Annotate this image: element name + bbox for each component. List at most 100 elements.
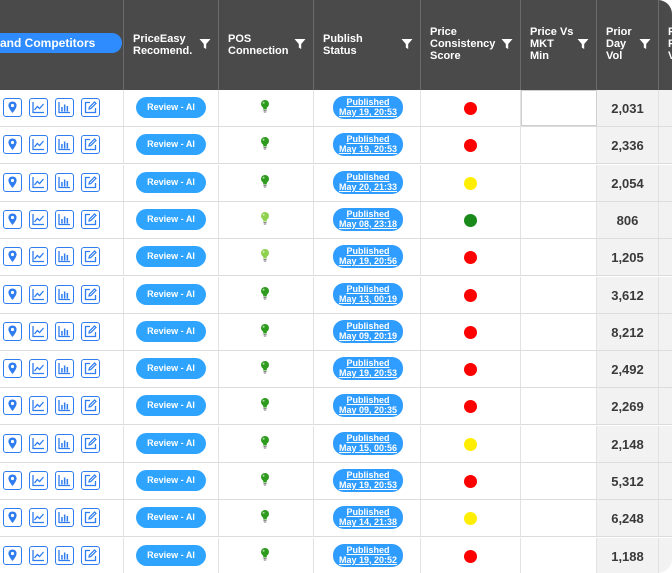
review-ai-button[interactable]: Review - AI	[136, 171, 206, 193]
bar-chart-icon[interactable]	[55, 321, 74, 341]
bar-chart-icon[interactable]	[55, 471, 74, 490]
map-pin-icon[interactable]	[3, 545, 22, 565]
bar-chart-icon[interactable]	[55, 359, 74, 379]
review-ai-button[interactable]: Review - AI	[136, 395, 206, 417]
line-chart-icon[interactable]	[29, 471, 48, 490]
header-consistency[interactable]: Price Consistency Score	[421, 0, 521, 90]
map-pin-icon[interactable]	[3, 396, 22, 416]
map-pin-icon[interactable]	[3, 433, 22, 453]
header-pos[interactable]: POS Connection	[219, 0, 314, 90]
review-ai-button[interactable]: Review - AI	[136, 544, 206, 566]
lightbulb-icon	[260, 99, 270, 119]
review-ai-button[interactable]: Review - AI	[136, 208, 206, 230]
review-ai-button[interactable]: Review - AI	[136, 134, 206, 156]
filter-icon[interactable]	[501, 38, 513, 50]
map-pin-icon[interactable]	[3, 247, 22, 267]
edit-icon[interactable]	[81, 321, 100, 341]
bar-chart-icon[interactable]	[55, 98, 74, 117]
filter-icon[interactable]	[401, 38, 413, 50]
edit-icon[interactable]	[81, 471, 100, 490]
filter-icon[interactable]	[639, 38, 651, 50]
filter-icon[interactable]	[199, 38, 211, 50]
consistency-score-cell	[421, 537, 521, 573]
map-pin-icon[interactable]	[3, 172, 22, 192]
bar-chart-icon[interactable]	[55, 433, 74, 453]
line-chart-icon[interactable]	[29, 433, 48, 453]
bar-chart-icon[interactable]	[55, 172, 74, 192]
map-pin-icon[interactable]	[3, 98, 22, 117]
edit-icon[interactable]	[81, 172, 100, 192]
edit-icon[interactable]	[81, 359, 100, 379]
edit-icon[interactable]	[81, 135, 100, 155]
bar-chart-icon[interactable]	[55, 284, 74, 304]
filter-icon[interactable]	[294, 38, 306, 50]
map-pin-icon[interactable]	[3, 508, 22, 528]
map-pin-icon[interactable]	[3, 135, 22, 155]
published-badge[interactable]: Published May 14, 21:38	[333, 506, 403, 530]
published-badge[interactable]: Published May 19, 20:53	[333, 133, 403, 157]
bar-chart-icon[interactable]	[55, 508, 74, 528]
review-ai-button[interactable]: Review - AI	[136, 97, 206, 118]
line-chart-icon[interactable]	[29, 247, 48, 267]
line-chart-icon[interactable]	[29, 359, 48, 379]
edit-icon[interactable]	[81, 209, 100, 229]
map-pin-icon[interactable]	[3, 209, 22, 229]
bar-chart-icon[interactable]	[55, 209, 74, 229]
line-chart-icon[interactable]	[29, 396, 48, 416]
review-ai-button[interactable]: Review - AI	[136, 246, 206, 268]
header-vol[interactable]: Prior Day Vol	[597, 0, 659, 90]
header-next[interactable]: PPV	[659, 0, 672, 90]
edit-icon[interactable]	[81, 433, 100, 453]
map-pin-icon[interactable]	[3, 321, 22, 341]
map-pin-icon[interactable]	[3, 471, 22, 490]
review-ai-button[interactable]: Review - AI	[136, 507, 206, 529]
next-column-cell	[659, 90, 672, 126]
edit-icon[interactable]	[81, 284, 100, 304]
edit-icon[interactable]	[81, 508, 100, 528]
header-mkt[interactable]: Price Vs MKT Min	[521, 0, 597, 90]
review-ai-button[interactable]: Review - AI	[136, 470, 206, 491]
published-badge[interactable]: Published May 20, 21:33	[333, 170, 403, 194]
bar-chart-icon[interactable]	[55, 247, 74, 267]
line-chart-icon[interactable]	[29, 284, 48, 304]
published-badge[interactable]: Published May 08, 23:18	[333, 207, 403, 231]
line-chart-icon[interactable]	[29, 508, 48, 528]
publish-status-label: Published	[346, 507, 390, 518]
map-pin-icon[interactable]	[3, 284, 22, 304]
edit-icon[interactable]	[81, 545, 100, 565]
bar-chart-icon[interactable]	[55, 396, 74, 416]
review-ai-button[interactable]: Review - AI	[136, 283, 206, 305]
published-badge[interactable]: Published May 19, 20:53	[333, 357, 403, 381]
review-ai-button[interactable]: Review - AI	[136, 358, 206, 380]
published-badge[interactable]: Published May 15, 00:56	[333, 431, 403, 455]
published-badge[interactable]: Published May 19, 20:53	[333, 96, 403, 119]
line-chart-icon[interactable]	[29, 98, 48, 117]
header-priceeasy[interactable]: PriceEasy Recomend.	[124, 0, 219, 90]
competitors-button[interactable]: and Competitors	[0, 33, 122, 53]
edit-icon[interactable]	[81, 247, 100, 267]
filter-icon[interactable]	[577, 38, 589, 50]
published-badge[interactable]: Published May 19, 20:52	[333, 543, 403, 567]
published-badge[interactable]: Published May 09, 20:19	[333, 319, 403, 343]
review-ai-button[interactable]: Review - AI	[136, 432, 206, 454]
publish-status-cell: Published May 19, 20:56	[314, 239, 421, 276]
line-chart-icon[interactable]	[29, 172, 48, 192]
published-badge[interactable]: Published May 19, 20:53	[333, 469, 403, 492]
line-chart-icon[interactable]	[29, 545, 48, 565]
published-badge[interactable]: Published May 09, 20:35	[333, 394, 403, 418]
line-chart-icon[interactable]	[29, 209, 48, 229]
edit-icon[interactable]	[81, 98, 100, 117]
bar-chart-icon[interactable]	[55, 135, 74, 155]
publish-status-label: Published	[346, 432, 390, 443]
published-badge[interactable]: Published May 19, 20:56	[333, 245, 403, 269]
review-ai-button[interactable]: Review - AI	[136, 320, 206, 342]
actions-cell	[0, 201, 124, 238]
bar-chart-icon[interactable]	[55, 545, 74, 565]
edit-icon[interactable]	[81, 396, 100, 416]
published-badge[interactable]: Published May 13, 00:19	[333, 282, 403, 306]
header-publish[interactable]: Publish Status	[314, 0, 421, 90]
map-pin-icon[interactable]	[3, 359, 22, 379]
line-chart-icon[interactable]	[29, 321, 48, 341]
line-chart-icon[interactable]	[29, 135, 48, 155]
price-vs-mkt-cell	[521, 463, 597, 499]
